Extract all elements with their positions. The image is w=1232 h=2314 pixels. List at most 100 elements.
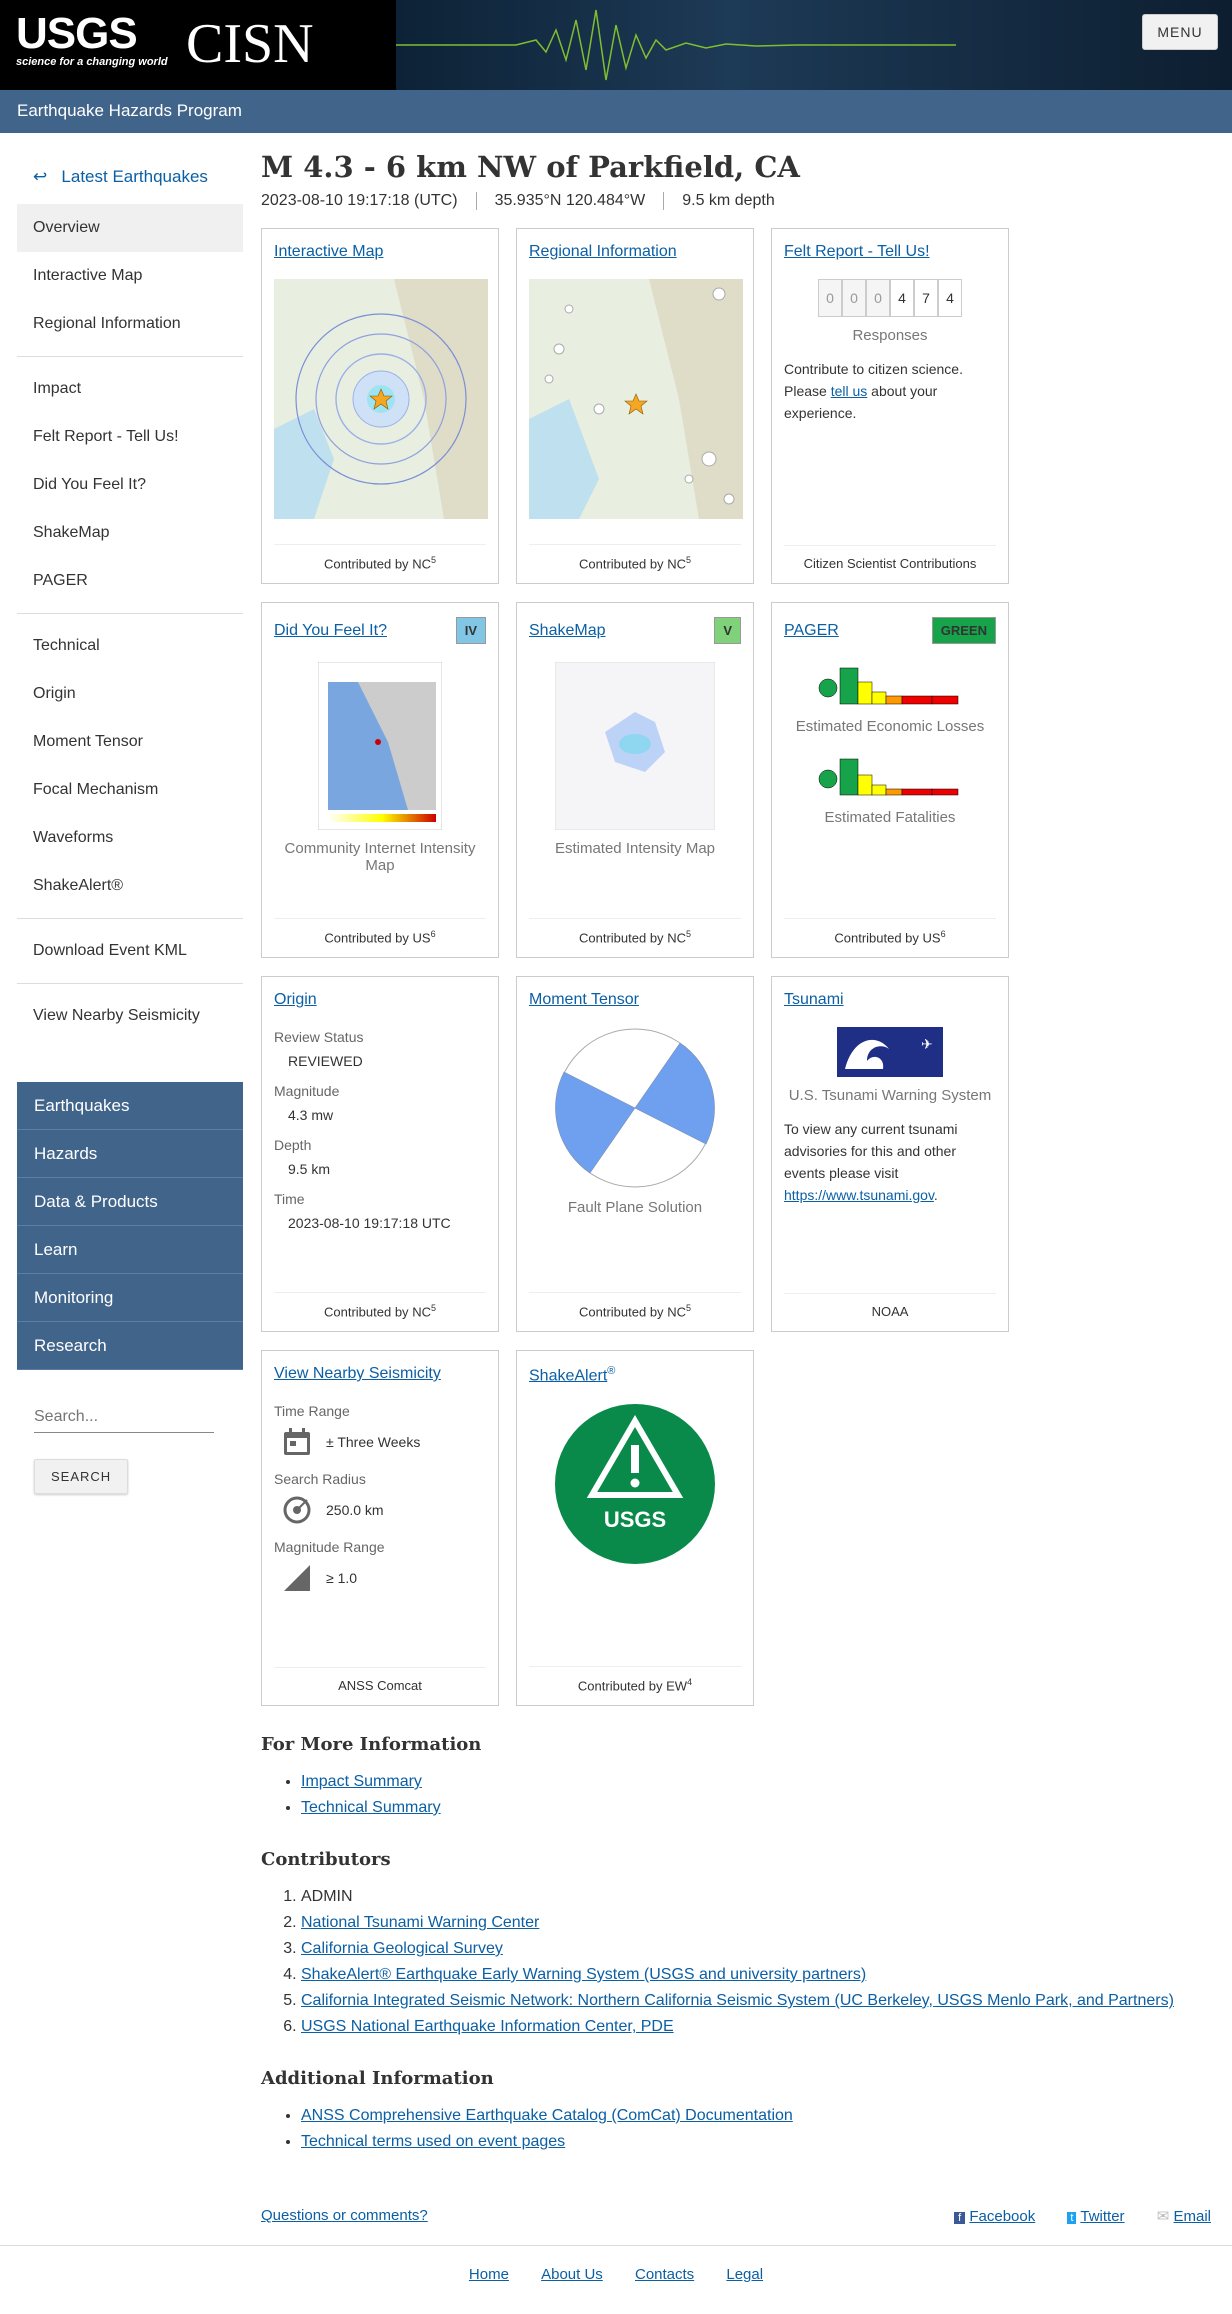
email-link[interactable]: Email xyxy=(1173,2208,1211,2225)
shakemap-link[interactable]: ShakeMap xyxy=(529,622,606,640)
pager-losses-chart[interactable] xyxy=(784,662,996,714)
sidebar-item-moment-tensor[interactable]: Moment Tensor xyxy=(17,718,243,766)
tsunami-gov-link[interactable]: https://www.tsunami.gov xyxy=(784,1187,934,1203)
back-to-latest-link[interactable]: ↩ Latest Earthquakes xyxy=(17,150,243,204)
footer-home-link[interactable]: Home xyxy=(469,2266,509,2283)
sidebar-item-download-kml[interactable]: Download Event KML xyxy=(17,927,243,975)
contrib-ref[interactable]: 6 xyxy=(941,929,946,939)
card-interactive-map[interactable]: Interactive Map Contributed by NC5 xyxy=(261,228,499,584)
card-shakemap[interactable]: ShakeMap V Estimated Intensity Map Contri… xyxy=(516,602,754,958)
card-felt-report[interactable]: Felt Report - Tell Us! 0 0 0 4 7 4 Respo… xyxy=(771,228,1009,584)
nearby-seismicity-link[interactable]: View Nearby Seismicity xyxy=(274,1365,441,1383)
event-time: 2023-08-10 19:17:18 (UTC) xyxy=(261,192,458,209)
contrib-ref[interactable]: 5 xyxy=(686,929,691,939)
tell-us-link[interactable]: tell us xyxy=(831,383,868,399)
contrib-ref[interactable]: 6 xyxy=(431,929,436,939)
contributor-link[interactable]: California Geological Survey xyxy=(301,1940,503,1957)
comcat-docs-link[interactable]: ANSS Comprehensive Earthquake Catalog (C… xyxy=(301,2107,793,2124)
contributor-link[interactable]: ShakeAlert® Earthquake Early Warning Sys… xyxy=(301,1966,866,1983)
contrib-source[interactable]: NC xyxy=(667,1304,686,1319)
search-button[interactable]: SEARCH xyxy=(34,1459,129,1494)
sidebar-item-focal-mechanism[interactable]: Focal Mechanism xyxy=(17,766,243,814)
nav-learn[interactable]: Learn xyxy=(17,1226,243,1274)
facebook-link[interactable]: Facebook xyxy=(969,2208,1035,2225)
card-nearby-seismicity[interactable]: View Nearby Seismicity Time Range ± Thre… xyxy=(261,1350,499,1706)
moment-tensor-link[interactable]: Moment Tensor xyxy=(529,991,639,1009)
impact-summary-link[interactable]: Impact Summary xyxy=(301,1773,422,1790)
origin-link[interactable]: Origin xyxy=(274,991,317,1009)
contributor-link[interactable]: California Integrated Seismic Network: N… xyxy=(301,1992,1174,2009)
contrib-source[interactable]: US xyxy=(413,930,431,945)
sidebar-item-shakemap[interactable]: ShakeMap xyxy=(17,509,243,557)
contrib-source[interactable]: US xyxy=(923,930,941,945)
card-tsunami[interactable]: Tsunami ✈ U.S. Tsunami Warning System To… xyxy=(771,976,1009,1332)
usgs-logo[interactable]: USGS science for a changing world xyxy=(16,12,168,69)
sidebar-item-origin[interactable]: Origin xyxy=(17,670,243,718)
interactive-map-link[interactable]: Interactive Map xyxy=(274,243,383,261)
sidebar-item-pager[interactable]: PAGER xyxy=(17,557,243,605)
dyfi-map[interactable] xyxy=(274,662,486,830)
contributor-link[interactable]: USGS National Earthquake Information Cen… xyxy=(301,2018,674,2035)
nav-hazards[interactable]: Hazards xyxy=(17,1130,243,1178)
felt-report-link[interactable]: Felt Report - Tell Us! xyxy=(784,243,930,261)
sidebar-item-overview[interactable]: Overview xyxy=(17,204,243,252)
pager-link[interactable]: PAGER xyxy=(784,622,839,640)
technical-summary-link[interactable]: Technical Summary xyxy=(301,1799,441,1816)
footer-contacts-link[interactable]: Contacts xyxy=(635,2266,694,2283)
sidebar-item-impact[interactable]: Impact xyxy=(17,365,243,413)
contrib-prefix: Contributed by xyxy=(579,556,664,571)
nav-research[interactable]: Research xyxy=(17,1322,243,1370)
sidebar-item-technical[interactable]: Technical xyxy=(17,622,243,670)
contrib-ref[interactable]: 4 xyxy=(687,1677,692,1687)
beachball[interactable] xyxy=(529,1027,741,1189)
contrib-ref[interactable]: 5 xyxy=(686,555,691,565)
pager-fatalities-chart[interactable] xyxy=(784,753,996,805)
search-radius-row: 250.0 km xyxy=(274,1495,486,1525)
dyfi-link[interactable]: Did You Feel It? xyxy=(274,622,387,640)
card-regional-information[interactable]: Regional Information Contributed by NC5 xyxy=(516,228,754,584)
shakemap-image[interactable] xyxy=(529,662,741,830)
site-nav: Earthquakes Hazards Data & Products Lear… xyxy=(17,1082,243,1370)
back-arrow-icon: ↩ xyxy=(33,167,48,186)
program-title[interactable]: Earthquake Hazards Program xyxy=(17,101,242,120)
cisn-logo[interactable]: CISN xyxy=(186,16,314,72)
contrib-ref[interactable]: 5 xyxy=(431,555,436,565)
card-moment-tensor[interactable]: Moment Tensor Fault Plane Solution Contr… xyxy=(516,976,754,1332)
contrib-source[interactable]: NC xyxy=(667,556,686,571)
card-origin[interactable]: Origin Review Status REVIEWED Magnitude … xyxy=(261,976,499,1332)
tsunami-text: To view any current tsunami advisories f… xyxy=(784,1121,958,1181)
sidebar-item-waveforms[interactable]: Waveforms xyxy=(17,814,243,862)
contributor-link[interactable]: National Tsunami Warning Center xyxy=(301,1914,539,1931)
contrib-source[interactable]: EW xyxy=(666,1678,687,1693)
footer-legal-link[interactable]: Legal xyxy=(726,2266,763,2283)
twitter-link[interactable]: Twitter xyxy=(1080,2208,1124,2225)
questions-link[interactable]: Questions or comments? xyxy=(261,2207,428,2225)
footer-about-link[interactable]: About Us xyxy=(541,2266,603,2283)
sidebar-item-felt-report[interactable]: Felt Report - Tell Us! xyxy=(17,413,243,461)
contrib-source[interactable]: NC xyxy=(412,556,431,571)
contrib-ref[interactable]: 5 xyxy=(686,1303,691,1313)
card-dyfi[interactable]: Did You Feel It? IV Community Internet In… xyxy=(261,602,499,958)
card-shakealert[interactable]: ShakeAlert® USGS Contributed by EW4 xyxy=(516,1350,754,1706)
nav-monitoring[interactable]: Monitoring xyxy=(17,1274,243,1322)
card-pager[interactable]: PAGER GREEN Estimated Economic Losses Es… xyxy=(771,602,1009,958)
menu-button[interactable]: MENU xyxy=(1142,14,1218,50)
sidebar-item-nearby-seismicity[interactable]: View Nearby Seismicity xyxy=(17,992,243,1040)
sidebar-item-regional-information[interactable]: Regional Information xyxy=(17,300,243,348)
technical-terms-link[interactable]: Technical terms used on event pages xyxy=(301,2133,565,2150)
nav-data-products[interactable]: Data & Products xyxy=(17,1178,243,1226)
nav-earthquakes[interactable]: Earthquakes xyxy=(17,1082,243,1130)
tsunami-link[interactable]: Tsunami xyxy=(784,991,844,1009)
sidebar-item-shakealert[interactable]: ShakeAlert® xyxy=(17,862,243,910)
sidebar-item-interactive-map[interactable]: Interactive Map xyxy=(17,252,243,300)
usgs-tagline: science for a changing world xyxy=(16,56,168,68)
contrib-source[interactable]: NC xyxy=(412,1304,431,1319)
shakealert-link[interactable]: ShakeAlert xyxy=(529,1367,607,1384)
search-input[interactable] xyxy=(34,1402,214,1433)
regional-map-thumbnail[interactable] xyxy=(529,279,743,519)
contrib-ref[interactable]: 5 xyxy=(431,1303,436,1313)
regional-information-link[interactable]: Regional Information xyxy=(529,243,677,261)
sidebar-item-dyfi[interactable]: Did You Feel It? xyxy=(17,461,243,509)
contrib-source[interactable]: NC xyxy=(667,930,686,945)
interactive-map-thumbnail[interactable] xyxy=(274,279,488,519)
